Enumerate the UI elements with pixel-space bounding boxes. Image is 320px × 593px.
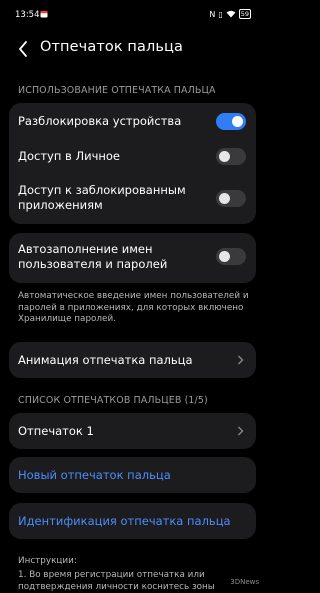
autofill-description: Автоматическое введение имен пользовател…: [18, 291, 249, 324]
chevron-right-icon: [238, 426, 244, 436]
status-icons: N ▯ 59: [209, 9, 251, 19]
vibrate-icon: ▯: [218, 9, 223, 19]
setting-locked-apps[interactable]: Доступ к заблокированным приложениям: [18, 183, 198, 213]
autofill-toggle[interactable]: [216, 248, 246, 265]
fingerprint-item-1: Отпечаток 1: [18, 424, 94, 438]
setting-locked-apps-label: Доступ к заблокированным приложениям: [18, 183, 186, 212]
setting-animation-label: Анимация отпечатка пальца: [18, 353, 193, 367]
locked-apps-toggle[interactable]: [216, 190, 246, 207]
wifi-icon: [226, 10, 236, 18]
section-list-title: СПИСОК ОТПЕЧАТКОВ ПАЛЬЦЕВ (1/5): [18, 395, 208, 406]
instructions-title: Инструкции:: [18, 556, 77, 566]
new-fingerprint-label: Новый отпечаток пальца: [18, 468, 171, 482]
back-arrow-icon[interactable]: [16, 38, 32, 60]
setting-private-access[interactable]: Доступ в Личное: [18, 149, 247, 164]
animation-card[interactable]: Анимация отпечатка пальца: [9, 342, 256, 378]
private-access-toggle[interactable]: [216, 148, 246, 165]
page-title: Отпечаток пальца: [40, 39, 183, 55]
setting-autofill[interactable]: Автозаполнение имен пользователя и парол…: [18, 242, 198, 272]
fingerprint-list-card[interactable]: Отпечаток 1: [9, 413, 256, 449]
battery-icon: 59: [238, 9, 251, 19]
setting-private-access-label: Доступ в Личное: [18, 149, 121, 163]
new-fingerprint-button[interactable]: Новый отпечаток пальца: [9, 457, 256, 493]
identify-fingerprint-label: Идентификация отпечатка пальца: [18, 514, 231, 528]
watermark-logo: 3DNews: [230, 578, 259, 586]
app-header: Отпечаток пальца: [0, 34, 265, 62]
usage-card: Разблокировка устройства Доступ в Личное…: [9, 103, 256, 224]
nfc-icon: N: [209, 9, 216, 19]
setting-autofill-label: Автозаполнение имен пользователя и парол…: [18, 242, 168, 271]
status-time: 13:54: [15, 10, 40, 20]
chevron-right-icon: [238, 355, 244, 365]
instructions-text: 1. Во время регистрации отпечатка или по…: [18, 570, 215, 592]
calendar-icon: [40, 11, 48, 18]
status-bar: 13:54 N ▯ 59: [0, 0, 265, 28]
autofill-card: Автозаполнение имен пользователя и парол…: [9, 233, 256, 283]
identify-fingerprint-button[interactable]: Идентификация отпечатка пальца: [9, 503, 256, 539]
setting-unlock-device-label: Разблокировка устройства: [18, 114, 182, 128]
unlock-device-toggle[interactable]: [216, 113, 246, 130]
section-usage-title: ИСПОЛЬЗОВАНИЕ ОТПЕЧАТКА ПАЛЬЦА: [18, 85, 216, 96]
setting-unlock-device[interactable]: Разблокировка устройства: [18, 114, 247, 129]
